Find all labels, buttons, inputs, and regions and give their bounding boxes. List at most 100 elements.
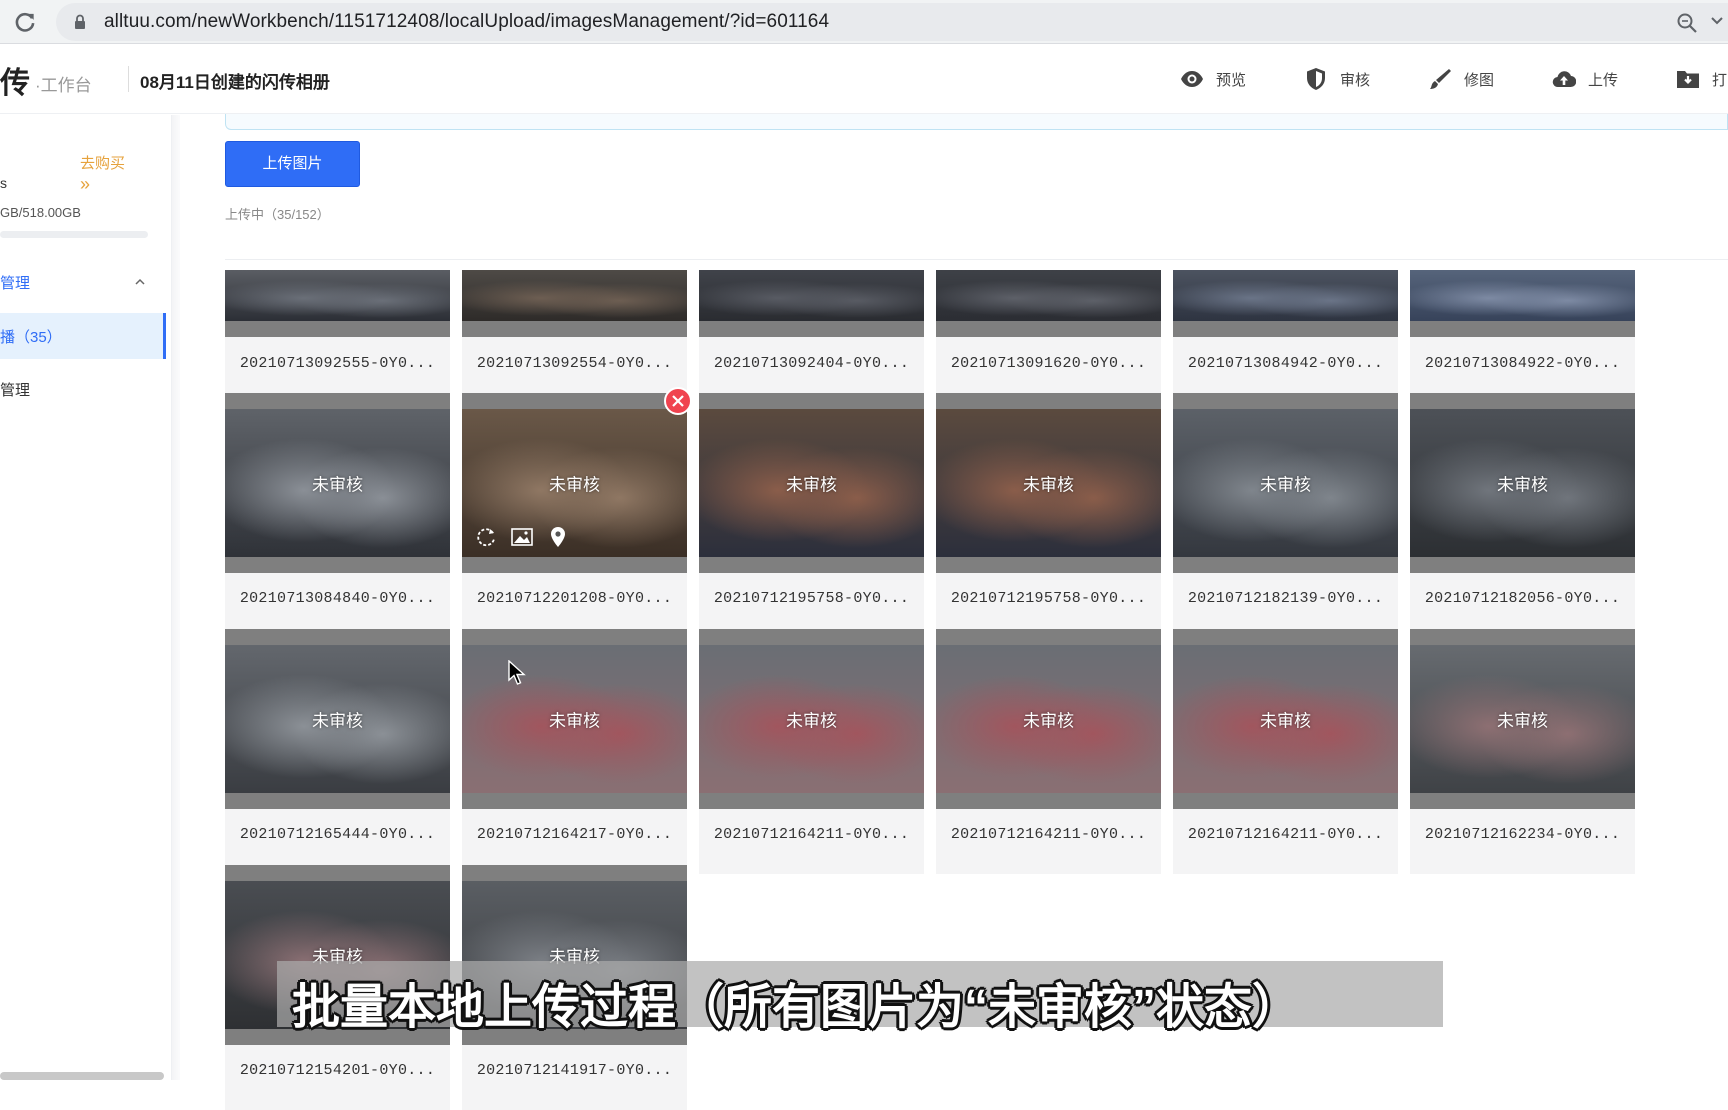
thumbnail-bar-bottom xyxy=(699,793,924,809)
image-card[interactable]: 未审核 20210712182139-0Y0... xyxy=(1173,393,1398,638)
thumbnail-bar-top xyxy=(225,629,450,645)
thumbnail-bar-bottom xyxy=(699,557,924,573)
image-card[interactable]: 未审核 20210713084840-0Y0... xyxy=(225,393,450,638)
image-card[interactable]: 20210713084922-0Y0... xyxy=(1410,270,1635,403)
sidebar-item-manage[interactable]: 管理 xyxy=(0,379,30,400)
thumbnail-bar-bottom xyxy=(1173,793,1398,809)
menu-group-manage[interactable]: 管理 xyxy=(0,272,150,293)
thumbnail-bar-bottom xyxy=(225,793,450,809)
image-thumbnail[interactable]: 未审核 xyxy=(462,393,687,573)
image-card[interactable]: 20210713084942-0Y0... xyxy=(1173,270,1398,403)
image-thumbnail[interactable]: 未审核 xyxy=(699,393,924,573)
image-card[interactable]: 未审核 20210712195758-0Y0... xyxy=(936,393,1161,638)
photo-placeholder xyxy=(462,270,687,321)
location-pin-icon[interactable] xyxy=(546,525,570,549)
thumbnail-bar-top xyxy=(1173,629,1398,645)
image-card[interactable]: 未审核 20210712182056-0Y0... xyxy=(1410,393,1635,638)
sidebar-item-live[interactable]: 播（35） xyxy=(0,313,166,359)
thumbnail-bar-bottom xyxy=(225,321,450,337)
image-filename: 20210713084840-0Y0... xyxy=(239,590,436,607)
storage-usage: GB/518.00GB xyxy=(0,205,81,220)
buy-link[interactable]: 去购买 xyxy=(80,152,125,173)
image-thumbnail[interactable] xyxy=(1410,270,1635,337)
sidebar-scrollbar[interactable] xyxy=(0,1072,164,1080)
browser-toolbar: alltuu.com/newWorkbench/1151712408/local… xyxy=(0,0,1728,44)
image-thumbnail[interactable] xyxy=(462,270,687,337)
image-filename: 20210712164211-0Y0... xyxy=(1187,826,1384,843)
image-thumbnail[interactable]: 未审核 xyxy=(936,393,1161,573)
address-bar[interactable]: alltuu.com/newWorkbench/1151712408/local… xyxy=(56,3,1728,41)
chevron-down-icon[interactable] xyxy=(1710,14,1724,28)
image-filename: 20210712182139-0Y0... xyxy=(1187,590,1384,607)
image-card[interactable]: 未审核 20210712164211-0Y0... xyxy=(699,629,924,874)
brush-icon xyxy=(1430,69,1451,89)
retouch-button[interactable]: 修图 xyxy=(1428,66,1494,92)
reload-icon[interactable] xyxy=(12,9,38,35)
image-card[interactable]: 未审核 20210712165444-0Y0... xyxy=(225,629,450,874)
chevron-up-icon[interactable] xyxy=(134,276,146,288)
logo[interactable]: 传 xyxy=(0,58,30,102)
workbench-label: ·工作台 xyxy=(35,76,92,95)
image-thumbnail[interactable]: 未审核 xyxy=(699,629,924,809)
image-thumbnail[interactable] xyxy=(225,270,450,337)
double-chevron-icon[interactable]: » xyxy=(80,174,90,195)
image-thumbnail[interactable]: 未审核 xyxy=(225,629,450,809)
image-filename: 20210712162234-0Y0... xyxy=(1424,826,1621,843)
image-card[interactable]: 20210713091620-0Y0... xyxy=(936,270,1161,403)
image-icon[interactable] xyxy=(510,525,534,549)
eye-icon xyxy=(1181,71,1203,87)
image-card[interactable]: 未审核 20210712162234-0Y0... xyxy=(1410,629,1635,874)
image-card[interactable]: 20210713092555-0Y0... xyxy=(225,270,450,403)
image-thumbnail[interactable]: 未审核 xyxy=(1173,393,1398,573)
image-card[interactable]: 未审核 20210712164211-0Y0... xyxy=(1173,629,1398,874)
image-filename: 20210712141917-0Y0... xyxy=(476,1062,673,1079)
url-text[interactable]: alltuu.com/newWorkbench/1151712408/local… xyxy=(104,11,829,33)
image-thumbnail[interactable]: 未审核 xyxy=(1173,629,1398,809)
image-card[interactable]: 未审核 20210712164211-0Y0... xyxy=(936,629,1161,874)
review-status-label: 未审核 xyxy=(1497,711,1548,731)
thumbnail-bar-bottom xyxy=(1173,321,1398,337)
photo-placeholder xyxy=(225,270,450,321)
thumbnail-bar-bottom xyxy=(936,557,1161,573)
delete-icon[interactable] xyxy=(664,387,692,415)
photo-placeholder xyxy=(1173,270,1398,321)
image-filename: 20210713084922-0Y0... xyxy=(1424,355,1621,372)
upload-header-button[interactable]: 上传 xyxy=(1552,66,1618,92)
upload-header-label: 上传 xyxy=(1588,71,1619,89)
review-label: 审核 xyxy=(1340,71,1371,89)
image-filename: 20210713091620-0Y0... xyxy=(950,355,1147,372)
image-thumbnail[interactable] xyxy=(936,270,1161,337)
image-card[interactable]: 20210713092554-0Y0... xyxy=(462,270,687,403)
thumbnail-bar-bottom xyxy=(1410,321,1635,337)
image-thumbnail[interactable]: 未审核 xyxy=(462,629,687,809)
review-status-label: 未审核 xyxy=(549,475,600,495)
shield-icon xyxy=(1307,68,1325,90)
thumbnail-bar-top xyxy=(1410,629,1635,645)
preview-button[interactable]: 预览 xyxy=(1180,66,1246,92)
review-button[interactable]: 审核 xyxy=(1304,66,1370,92)
image-thumbnail[interactable]: 未审核 xyxy=(1410,629,1635,809)
upload-dropzone-edge xyxy=(225,114,1728,130)
image-thumbnail[interactable] xyxy=(1173,270,1398,337)
image-filename: 20210713092555-0Y0... xyxy=(239,355,436,372)
image-card[interactable]: 未审核 20210712195758-0Y0... xyxy=(699,393,924,638)
image-card[interactable]: 未审核 20210712164217-0Y0... xyxy=(462,629,687,874)
thumbnail-bar-top xyxy=(936,393,1161,409)
package-button[interactable]: 打 xyxy=(1676,66,1727,92)
rotate-icon[interactable] xyxy=(474,525,498,549)
zoom-icon[interactable] xyxy=(1676,12,1698,34)
image-thumbnail[interactable]: 未审核 xyxy=(936,629,1161,809)
image-thumbnail[interactable] xyxy=(699,270,924,337)
content-divider xyxy=(225,259,1728,260)
thumbnail-bar-top xyxy=(699,393,924,409)
image-card[interactable]: 未审核 20210712201208-0Y0... xyxy=(462,393,687,638)
thumbnail-bar-top xyxy=(1410,393,1635,409)
sidebar xyxy=(0,115,172,1080)
image-card[interactable]: 20210713092404-0Y0... xyxy=(699,270,924,403)
image-filename: 20210712154201-0Y0... xyxy=(239,1062,436,1079)
image-filename: 20210712165444-0Y0... xyxy=(239,826,436,843)
image-thumbnail[interactable]: 未审核 xyxy=(225,393,450,573)
image-thumbnail[interactable]: 未审核 xyxy=(1410,393,1635,573)
subtitle-text: 批量本地上传过程（所有图片为“未审核”状态） xyxy=(292,981,1301,1034)
upload-images-button[interactable]: 上传图片 xyxy=(225,141,360,187)
